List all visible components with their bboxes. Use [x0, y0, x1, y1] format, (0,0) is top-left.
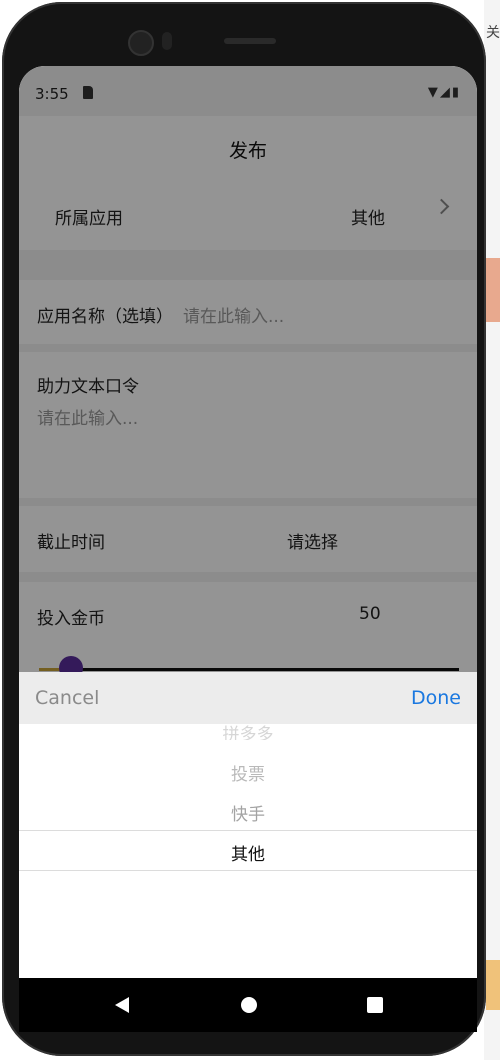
picker-sheet: Cancel Done 拼多多 投票 快手 其他	[19, 672, 477, 978]
picker-selection-top-line	[19, 830, 477, 831]
picker-selection-bottom-line	[19, 870, 477, 871]
system-nav-bar	[19, 978, 477, 1032]
picker-option[interactable]: 投票	[19, 760, 477, 785]
recents-icon[interactable]	[367, 997, 383, 1013]
picker-toolbar: Cancel Done	[19, 672, 477, 724]
background-block	[486, 960, 500, 1010]
cancel-button[interactable]: Cancel	[35, 687, 99, 709]
camera-sensor	[162, 32, 172, 50]
picker-option[interactable]: 快手	[19, 800, 477, 825]
background-block	[486, 258, 500, 322]
background-app-edge: 关	[484, 0, 500, 1060]
picker-option[interactable]: 拼多多	[19, 720, 477, 740]
phone-screen: 3:55 ▼◢▮ 发布 所属应用 其他 应用名称（选填） 请在此输入... 助力…	[19, 66, 477, 978]
home-icon[interactable]	[241, 997, 257, 1013]
front-camera	[128, 30, 154, 56]
background-text: 关	[486, 25, 500, 41]
picker-option-selected[interactable]: 其他	[19, 840, 477, 865]
done-button[interactable]: Done	[411, 687, 461, 709]
earpiece-speaker	[224, 38, 276, 44]
back-icon[interactable]	[115, 997, 129, 1013]
